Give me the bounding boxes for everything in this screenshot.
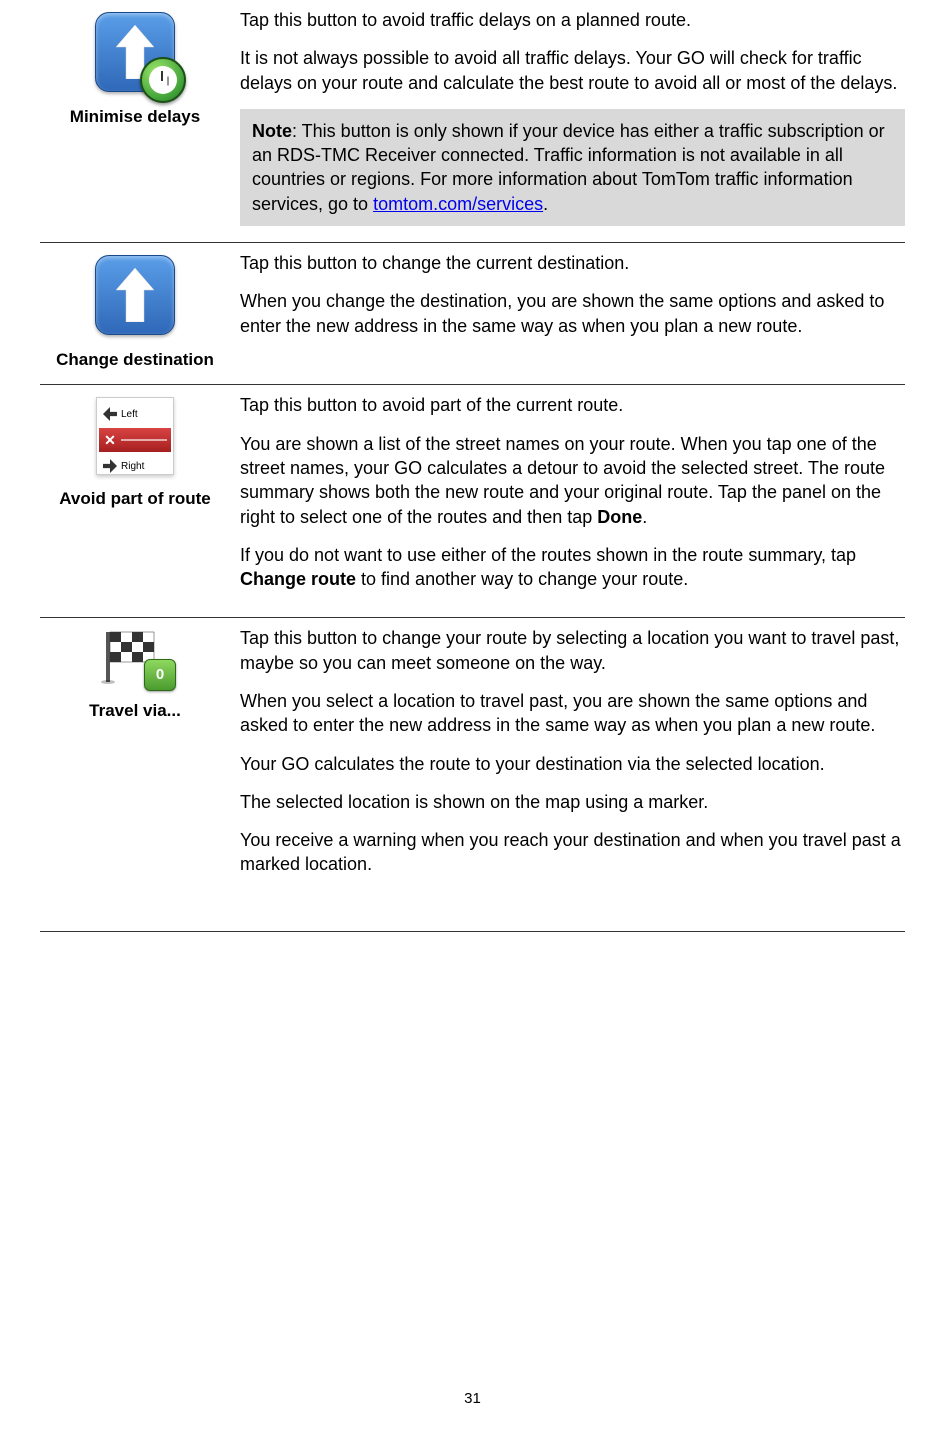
paragraph: You receive a warning when you reach you…: [240, 828, 905, 877]
left-label: Left: [121, 408, 138, 422]
section-avoid-part: Left ✕ Right Avoid part of route Tap thi…: [40, 385, 905, 618]
paragraph: Tap this button to change the current de…: [240, 251, 905, 275]
paragraph: Tap this button to avoid traffic delays …: [240, 8, 905, 32]
section-change-destination: Change destination Tap this button to ch…: [40, 243, 905, 385]
travel-via-icon: 0: [100, 630, 170, 685]
paragraph: When you change the destination, you are…: [240, 289, 905, 338]
strike-line: [121, 439, 167, 441]
description-column: Tap this button to avoid traffic delays …: [230, 8, 905, 230]
left-arrow-icon: [103, 407, 117, 421]
section-minimise-delays: Minimise delays Tap this button to avoid…: [40, 0, 905, 243]
section-travel-via: 0 Travel via... Tap this button to chang…: [40, 618, 905, 931]
icon-column: Change destination: [40, 251, 230, 372]
note-text-after: .: [543, 194, 548, 214]
paragraph: Your GO calculates the route to your des…: [240, 752, 905, 776]
icon-column: 0 Travel via...: [40, 626, 230, 890]
paragraph: The selected location is shown on the ma…: [240, 790, 905, 814]
paragraph: It is not always possible to avoid all t…: [240, 46, 905, 95]
icon-label: Avoid part of route: [40, 488, 230, 511]
paragraph: Tap this button to change your route by …: [240, 626, 905, 675]
note-text: : This button is only shown if your devi…: [252, 121, 885, 214]
icon-column: Left ✕ Right Avoid part of route: [40, 393, 230, 605]
avoid-part-icon: Left ✕ Right: [96, 397, 174, 475]
right-arrow-icon: [103, 459, 117, 473]
minimise-delays-icon: [95, 12, 175, 92]
paragraph: When you select a location to travel pas…: [240, 689, 905, 738]
description-column: Tap this button to change your route by …: [230, 626, 905, 890]
note-box: Note: This button is only shown if your …: [240, 109, 905, 226]
icon-label: Travel via...: [40, 700, 230, 723]
flag-badge: 0: [144, 659, 176, 691]
note-link[interactable]: tomtom.com/services: [373, 194, 543, 214]
description-column: Tap this button to change the current de…: [230, 251, 905, 372]
icon-label: Change destination: [40, 349, 230, 372]
icon-column: Minimise delays: [40, 8, 230, 230]
change-destination-icon: [95, 255, 175, 335]
right-label: Right: [121, 460, 144, 474]
paragraph: Tap this button to avoid part of the cur…: [240, 393, 905, 417]
clock-badge-icon: [140, 57, 186, 103]
description-column: Tap this button to avoid part of the cur…: [230, 393, 905, 605]
paragraph: You are shown a list of the street names…: [240, 432, 905, 529]
note-label: Note: [252, 121, 292, 141]
page-number: 31: [0, 1389, 945, 1409]
x-icon: ✕: [103, 431, 117, 450]
paragraph: If you do not want to use either of the …: [240, 543, 905, 592]
icon-label: Minimise delays: [40, 106, 230, 129]
